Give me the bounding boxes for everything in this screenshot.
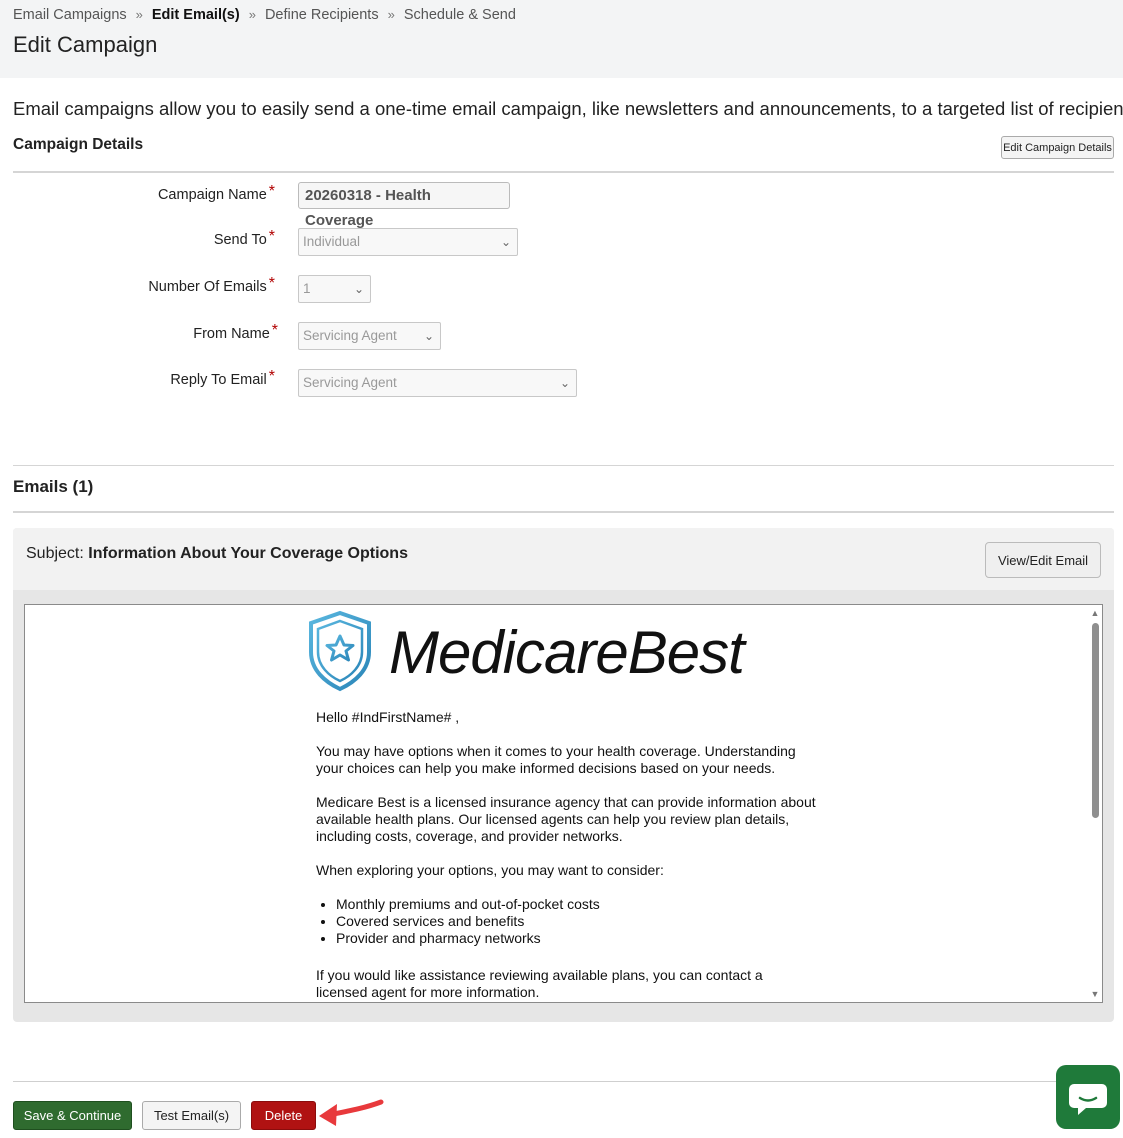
number-of-emails-label: Number Of Emails * xyxy=(148,275,275,295)
list-item: Monthly premiums and out-of-pocket costs xyxy=(336,896,816,913)
email-preview[interactable]: MedicareBest Hello #IndFirstName# , You … xyxy=(24,604,1103,1003)
chevron-down-icon: ⌄ xyxy=(559,376,570,390)
header-bar: Email Campaigns » Edit Email(s) » Define Rec… xyxy=(0,0,1123,78)
list-item: Provider and pharmacy networks xyxy=(336,930,816,947)
chevron-down-icon: ⌄ xyxy=(353,282,364,296)
preview-scrollbar[interactable]: ▲ ▼ xyxy=(1088,605,1102,1002)
email-paragraph: Medicare Best is a licensed insurance ag… xyxy=(316,794,816,844)
breadcrumb: Email Campaigns » Edit Email(s) » Define Rec… xyxy=(13,7,516,23)
scrollbar-thumb[interactable] xyxy=(1092,623,1099,818)
email-greeting: Hello #IndFirstName# , xyxy=(316,709,460,725)
intro-text: Email campaigns allow you to easily send… xyxy=(13,98,1123,119)
chevron-down-icon: ⌄ xyxy=(500,235,511,249)
required-marker: * xyxy=(268,368,275,385)
required-marker: * xyxy=(268,228,275,245)
number-of-emails-select[interactable]: 1 ⌄ xyxy=(298,275,371,303)
reply-to-email-select[interactable]: Servicing Agent ⌄ xyxy=(298,369,577,397)
page-title: Edit Campaign xyxy=(13,32,158,57)
breadcrumb-define-recipients[interactable]: Define Recipients xyxy=(265,7,379,23)
save-continue-button[interactable]: Save & Continue xyxy=(13,1101,132,1130)
email-card: Subject: Information About Your Coverage… xyxy=(13,528,1114,1022)
logo-text: MedicareBest xyxy=(389,619,745,686)
email-body: Hello #IndFirstName# , You may have opti… xyxy=(316,709,816,1002)
breadcrumb-edit-emails[interactable]: Edit Email(s) xyxy=(152,7,240,23)
test-emails-button[interactable]: Test Email(s) xyxy=(142,1101,241,1130)
required-marker: * xyxy=(271,322,278,339)
divider xyxy=(13,1081,1114,1082)
required-marker: * xyxy=(268,183,275,200)
scroll-down-icon[interactable]: ▼ xyxy=(1090,989,1100,999)
breadcrumb-separator: » xyxy=(248,7,256,22)
scroll-up-icon[interactable]: ▲ xyxy=(1090,608,1100,618)
divider xyxy=(13,511,1114,513)
chat-icon xyxy=(1069,1084,1107,1115)
breadcrumb-email-campaigns[interactable]: Email Campaigns xyxy=(13,7,127,23)
email-subject: Subject: Information About Your Coverage… xyxy=(26,545,408,562)
send-to-label: Send To * xyxy=(213,228,275,248)
chat-button[interactable] xyxy=(1056,1065,1120,1129)
medicarebest-logo: MedicareBest xyxy=(305,610,825,692)
campaign-details-title: Campaign Details xyxy=(13,136,144,153)
email-subject-bar: Subject: Information About Your Coverage… xyxy=(13,528,1114,590)
email-bullet-list: Monthly premiums and out-of-pocket costs… xyxy=(316,896,816,947)
breadcrumb-schedule-send[interactable]: Schedule & Send xyxy=(404,7,516,23)
email-paragraph: You may have options when it comes to yo… xyxy=(316,743,796,776)
shield-star-icon xyxy=(309,610,371,692)
campaign-name-label: Campaign Name * xyxy=(157,183,275,203)
from-name-select[interactable]: Servicing Agent ⌄ xyxy=(298,322,441,350)
arrow-pointer-icon xyxy=(319,1099,384,1126)
email-paragraph: If you would like assistance reviewing a… xyxy=(316,967,763,1000)
send-to-select[interactable]: Individual ⌄ xyxy=(298,228,518,256)
chevron-down-icon: ⌄ xyxy=(423,329,434,343)
reply-to-email-label: Reply To Email * xyxy=(170,368,275,388)
breadcrumb-separator: » xyxy=(135,7,143,22)
email-paragraph: When exploring your options, you may wan… xyxy=(316,862,664,878)
divider xyxy=(13,171,1114,173)
from-name-label: From Name * xyxy=(193,322,278,342)
view-edit-email-button[interactable]: View/Edit Email xyxy=(985,542,1101,578)
emails-section-title: Emails (1) xyxy=(13,477,94,496)
breadcrumb-separator: » xyxy=(387,7,395,22)
campaign-name-field[interactable]: 20260318 - Health Coverage xyxy=(298,182,510,229)
list-item: Covered services and benefits xyxy=(336,913,816,930)
delete-button[interactable]: Delete xyxy=(251,1101,316,1130)
edit-campaign-details-button[interactable]: Edit Campaign Details xyxy=(1001,136,1114,159)
required-marker: * xyxy=(268,275,275,292)
divider xyxy=(13,465,1114,466)
